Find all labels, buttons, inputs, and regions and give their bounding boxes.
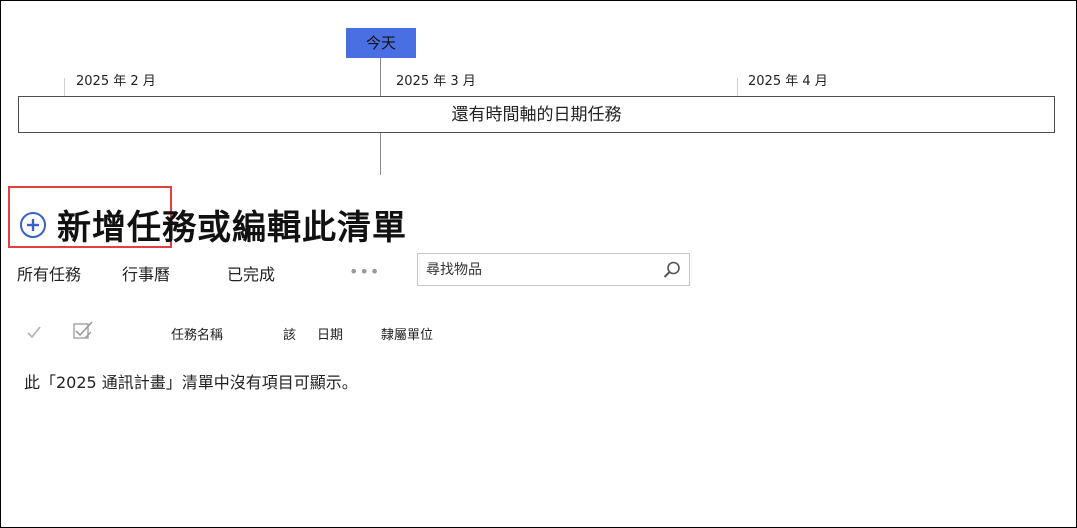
month-tick [64,78,65,96]
tab-completed[interactable]: 已完成 [227,261,275,285]
month-label-feb: 2025 年 2 月 [76,74,156,89]
search-icon[interactable] [662,260,682,280]
month-tick [737,78,738,96]
timeline: 今天 2025 年 2 月 2025 年 3 月 2025 年 4 月 還有時間… [0,0,1077,180]
tab-calendar[interactable]: 行事曆 [122,261,170,285]
search-box[interactable] [417,253,690,286]
empty-list-message: 此「2025 通訊計畫」清單中沒有項目可顯示。 [24,373,358,392]
column-header-assigned[interactable]: 隸屬單位 [381,324,433,343]
edit-checkbox-icon[interactable] [71,319,95,343]
timeline-bar[interactable]: 還有時間軸的日期任務 [18,96,1055,133]
more-views-button[interactable]: ••• [349,262,380,281]
checkmark-icon[interactable] [26,324,42,340]
plus-circle-icon[interactable] [19,211,47,239]
month-label-mar: 2025 年 3 月 [396,74,476,89]
column-header-task-name[interactable]: 任務名稱 [171,324,223,343]
month-label-apr: 2025 年 4 月 [748,74,828,89]
search-input[interactable] [426,259,646,281]
today-badge: 今天 [346,28,416,58]
column-header-date[interactable]: 日期 [317,324,343,343]
column-header-due[interactable]: 該 [283,324,296,343]
add-task-title-link[interactable]: 新增任務或編輯此清單 [57,200,407,249]
tab-all-tasks[interactable]: 所有任務 [17,261,81,285]
